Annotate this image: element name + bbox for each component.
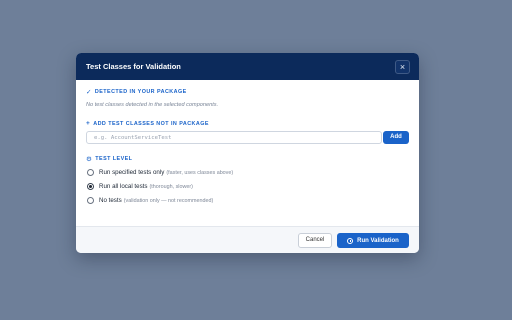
run-validation-button[interactable]: Run Validation <box>337 233 409 248</box>
test-level-heading: ⚙ TEST LEVEL <box>86 155 132 163</box>
radio-hint: (validation only — not recommended) <box>123 197 214 204</box>
test-level-heading-text: TEST LEVEL <box>95 156 133 162</box>
radio-run-all-local[interactable]: Run all local tests (thorough, slower) <box>87 183 193 190</box>
add-button[interactable]: Add <box>383 131 409 144</box>
no-tests-detected-text: No test classes detected in the selected… <box>86 102 219 108</box>
modal-title: Test Classes for Validation <box>86 62 181 71</box>
detected-heading-text: DETECTED IN YOUR PACKAGE <box>94 89 187 95</box>
radio-label: Run all local tests <box>99 183 148 190</box>
detected-section-heading: ✓ DETECTED IN YOUR PACKAGE <box>86 88 187 96</box>
clock-icon <box>347 237 354 244</box>
gear-icon: ⚙ <box>86 156 93 163</box>
run-validation-label: Run Validation <box>357 237 399 244</box>
close-icon: × <box>399 62 406 72</box>
add-section-heading: + ADD TEST CLASSES NOT IN PACKAGE <box>86 120 209 127</box>
cancel-button[interactable]: Cancel <box>298 233 332 248</box>
add-heading-text: ADD TEST CLASSES NOT IN PACKAGE <box>93 120 209 127</box>
modal-footer: Cancel Run Validation <box>76 226 419 253</box>
radio-label: Run specified tests only <box>99 169 165 176</box>
radio-hint: (thorough, slower) <box>149 183 193 190</box>
validation-modal: Test Classes for Validation × ✓ DETECTED… <box>76 53 419 253</box>
radio-circle-checked[interactable] <box>87 183 94 190</box>
radio-label: No tests <box>99 197 122 204</box>
radio-no-tests[interactable]: No tests (validation only — not recommen… <box>87 197 213 204</box>
close-button[interactable]: × <box>395 60 410 74</box>
radio-hint: (faster, uses classes above) <box>166 169 234 176</box>
radio-circle[interactable] <box>87 169 94 176</box>
plus-icon: + <box>86 120 91 127</box>
test-class-input[interactable] <box>86 131 382 144</box>
radio-run-specified[interactable]: Run specified tests only (faster, uses c… <box>87 169 233 176</box>
modal-header: Test Classes for Validation × <box>76 53 419 80</box>
check-icon: ✓ <box>86 89 92 96</box>
modal-body: ✓ DETECTED IN YOUR PACKAGE No test class… <box>76 80 419 226</box>
radio-circle[interactable] <box>87 197 94 204</box>
